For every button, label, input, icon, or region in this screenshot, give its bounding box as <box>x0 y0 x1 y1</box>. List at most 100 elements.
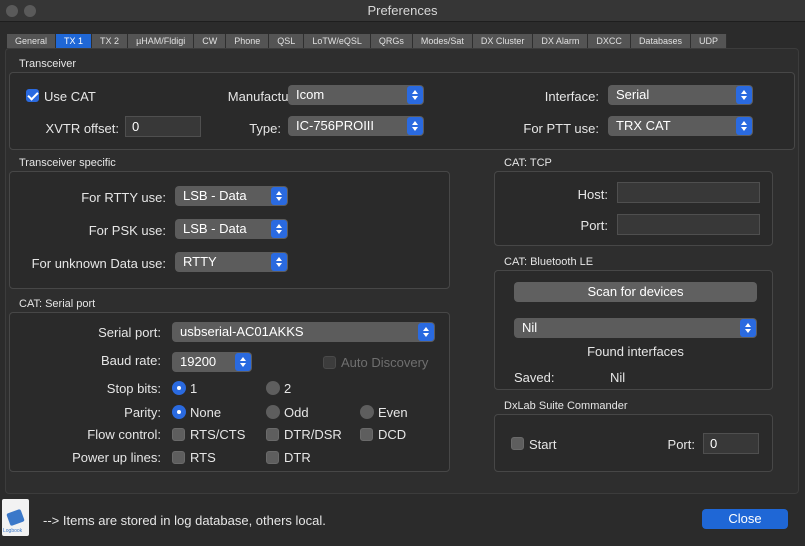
chevron-updown-icon <box>418 323 434 341</box>
minimize-window-icon[interactable] <box>24 5 36 17</box>
tab-bar: General TX 1 TX 2 µHAM/Fldigi CW Phone Q… <box>7 34 727 48</box>
book-icon <box>6 508 25 527</box>
parity-even-label: Even <box>378 405 408 420</box>
dxlab-title: DxLab Suite Commander <box>504 400 628 412</box>
tcp-port-label: Port: <box>580 218 608 233</box>
transceiver-specific-title: Transceiver specific <box>19 157 116 169</box>
chevron-updown-icon <box>407 117 423 135</box>
close-button[interactable]: Close <box>702 509 788 529</box>
baud-rate-label: Baud rate: <box>101 353 161 368</box>
flow-rts-cts-label: RTS/CTS <box>190 427 246 442</box>
tcp-host-field[interactable] <box>617 182 760 203</box>
flow-rts-cts-checkbox[interactable] <box>172 428 185 441</box>
ptt-value: TRX CAT <box>616 118 671 133</box>
unknown-data-select[interactable]: RTTY <box>175 252 288 272</box>
xvtr-offset-label: XVTR offset: <box>45 121 119 136</box>
unknown-data-label: For unknown Data use: <box>31 256 166 271</box>
unknown-data-value: RTTY <box>183 254 217 269</box>
auto-discovery-checkbox[interactable] <box>323 356 336 369</box>
footer-note: --> Items are stored in log database, ot… <box>43 513 326 528</box>
logbook-icon-label: Logbook <box>3 528 23 534</box>
scan-for-devices-button[interactable]: Scan for devices <box>514 282 757 302</box>
use-cat-checkbox[interactable] <box>26 89 39 102</box>
dxlab-start-checkbox[interactable] <box>511 437 524 450</box>
psk-select[interactable]: LSB - Data <box>175 219 288 239</box>
tcp-host-label: Host: <box>577 187 608 202</box>
xvtr-offset-field[interactable]: 0 <box>125 116 201 137</box>
power-up-lines-label: Power up lines: <box>72 450 161 465</box>
tab-qrgs[interactable]: QRGs <box>370 34 413 48</box>
parity-even-radio[interactable] <box>360 405 374 419</box>
parity-odd-label: Odd <box>284 405 309 420</box>
type-label: Type: <box>249 121 281 136</box>
tab-modes-sat[interactable]: Modes/Sat <box>412 34 473 48</box>
tab-qsl[interactable]: QSL <box>269 34 305 48</box>
flow-dtr-dsr-label: DTR/DSR <box>284 427 342 442</box>
serial-port-value: usbserial-AC01AKKS <box>180 324 304 339</box>
found-interfaces-label: Found interfaces <box>587 344 684 359</box>
psk-value: LSB - Data <box>183 221 247 236</box>
tab-tx2[interactable]: TX 2 <box>92 34 129 48</box>
auto-discovery-label: Auto Discovery <box>341 355 429 370</box>
type-select[interactable]: IC-756PROIII <box>288 116 424 136</box>
baud-rate-select[interactable]: 19200 <box>172 352 252 372</box>
ptt-select[interactable]: TRX CAT <box>608 116 753 136</box>
baud-rate-value: 19200 <box>180 354 217 369</box>
tab-tx1[interactable]: TX 1 <box>56 34 93 48</box>
rtty-select[interactable]: LSB - Data <box>175 186 288 206</box>
tab-uham-fldigi[interactable]: µHAM/Fldigi <box>128 34 195 48</box>
rtty-label: For RTTY use: <box>81 190 166 205</box>
bluetooth-device-select[interactable]: Nil <box>514 318 757 338</box>
interface-select[interactable]: Serial <box>608 85 753 105</box>
chevron-updown-icon <box>407 86 423 104</box>
transceiver-title: Transceiver <box>19 58 77 70</box>
tab-dx-cluster[interactable]: DX Cluster <box>472 34 534 48</box>
flow-dcd-label: DCD <box>378 427 407 442</box>
tab-phone[interactable]: Phone <box>226 34 270 48</box>
cat-tcp-title: CAT: TCP <box>504 157 552 169</box>
saved-label: Saved: <box>514 370 555 385</box>
close-window-icon[interactable] <box>6 5 18 17</box>
tab-dxcc[interactable]: DXCC <box>588 34 631 48</box>
manufacturer-select[interactable]: Icom <box>288 85 424 105</box>
serial-port-title: CAT: Serial port <box>19 298 96 310</box>
tab-dx-alarm[interactable]: DX Alarm <box>533 34 589 48</box>
tcp-port-field[interactable] <box>617 214 760 235</box>
stop-bits-label: Stop bits: <box>106 381 161 396</box>
power-dtr-checkbox[interactable] <box>266 451 279 464</box>
parity-none-radio[interactable] <box>172 405 186 419</box>
stop-bits-1-label: 1 <box>190 381 198 396</box>
stop-bits-2-radio[interactable] <box>266 381 280 395</box>
manufacturer-value: Icom <box>296 87 325 102</box>
parity-none-label: None <box>190 405 222 420</box>
flow-dcd-checkbox[interactable] <box>360 428 373 441</box>
parity-odd-radio[interactable] <box>266 405 280 419</box>
interface-value: Serial <box>616 87 650 102</box>
saved-value: Nil <box>610 370 626 385</box>
chevron-updown-icon <box>271 220 287 238</box>
dxlab-start-label: Start <box>529 437 557 452</box>
stop-bits-1-radio[interactable] <box>172 381 186 395</box>
dxlab-port-field[interactable]: 0 <box>703 433 759 454</box>
parity-label: Parity: <box>124 405 161 420</box>
serial-port-label: Serial port: <box>98 325 161 340</box>
power-rts-checkbox[interactable] <box>172 451 185 464</box>
dxlab-port-label: Port: <box>667 437 695 452</box>
serial-port-select[interactable]: usbserial-AC01AKKS <box>172 322 435 342</box>
tab-cw[interactable]: CW <box>194 34 227 48</box>
power-rts-label: RTS <box>190 450 216 465</box>
cat-bluetooth-title: CAT: Bluetooth LE <box>504 256 594 268</box>
stop-bits-2-label: 2 <box>284 381 292 396</box>
tab-general[interactable]: General <box>7 34 57 48</box>
chevron-updown-icon <box>271 187 287 205</box>
tab-databases[interactable]: Databases <box>630 34 691 48</box>
transceiver-group <box>9 72 795 150</box>
flow-dtr-dsr-checkbox[interactable] <box>266 428 279 441</box>
bluetooth-device-value: Nil <box>522 320 538 335</box>
interface-label: Interface: <box>544 89 599 104</box>
window-title: Preferences <box>367 3 438 18</box>
tab-lotw-eqsl[interactable]: LoTW/eQSL <box>304 34 371 48</box>
tab-udp[interactable]: UDP <box>690 34 727 48</box>
use-cat-label: Use CAT <box>44 89 96 104</box>
chevron-updown-icon <box>736 117 752 135</box>
